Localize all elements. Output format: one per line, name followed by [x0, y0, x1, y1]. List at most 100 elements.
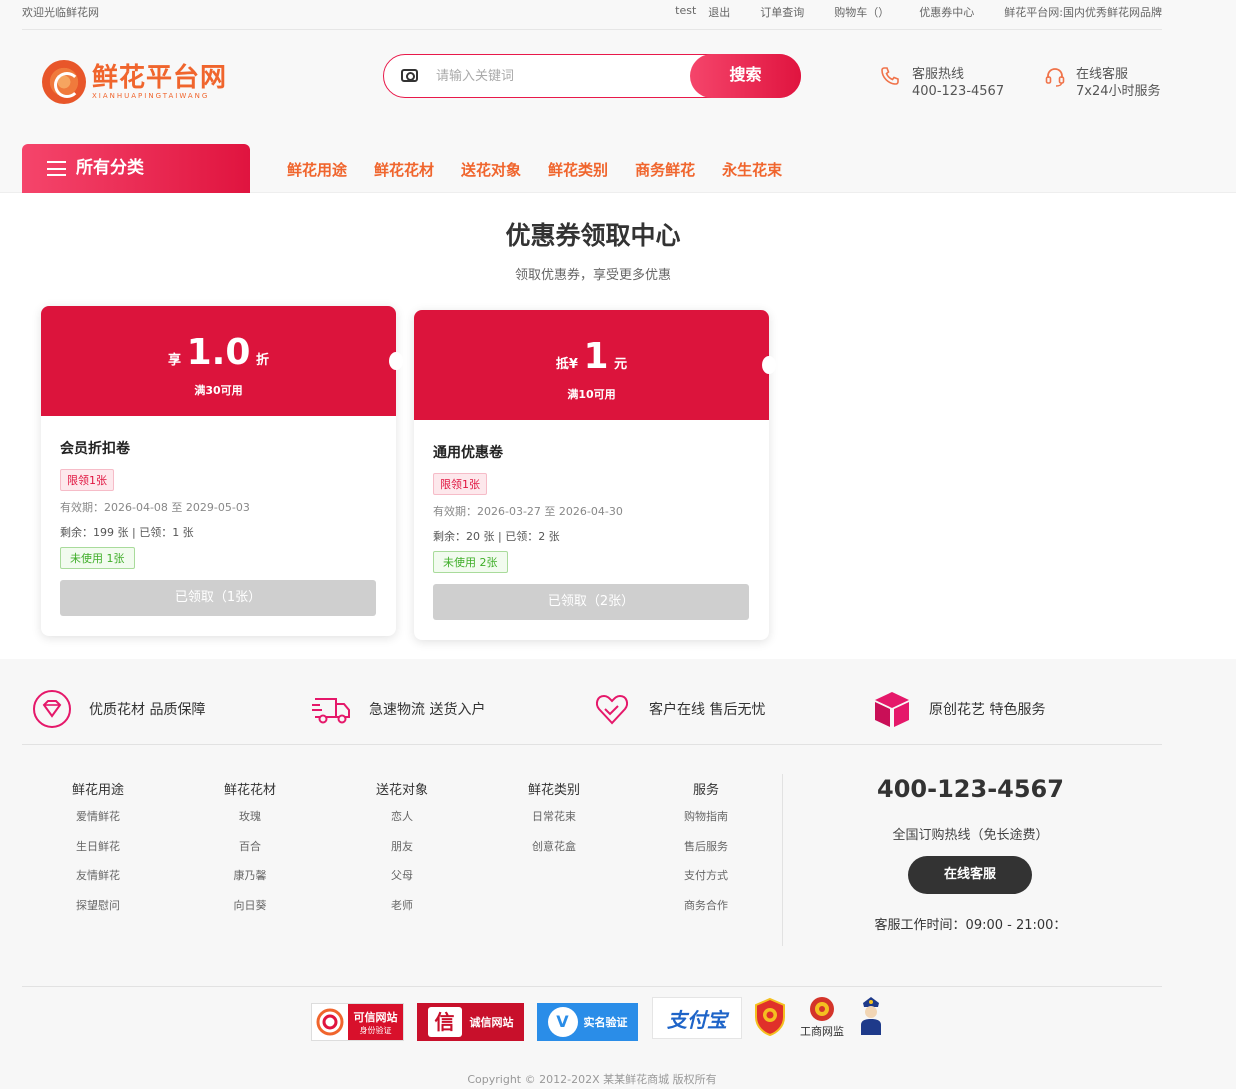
coupon-card: 享 1.0 折 满30可用 会员折扣卷 限领1张 有效期：2026-04-08 … — [41, 306, 403, 636]
footer-link[interactable]: 商务合作 — [656, 897, 756, 927]
nav-link[interactable]: 商务鲜花 — [635, 159, 695, 180]
coupon-notch — [389, 352, 403, 370]
nav-link[interactable]: 鲜花类别 — [548, 159, 608, 180]
heart-hands-icon — [595, 694, 629, 725]
coupon-header: 抵¥ 1 元 满10可用 — [414, 310, 769, 420]
coupon-suffix: 元 — [614, 357, 628, 372]
coupon-stock: 剩余：199 张 | 已领：1 张 — [60, 526, 194, 539]
coupon-condition: 满10可用 — [567, 388, 616, 401]
main-nav: 所有分类 鲜花用途 鲜花花材 送花对象 鲜花类别 商务鲜花 永生花束 — [0, 144, 1236, 193]
footer-link[interactable]: 售后服务 — [656, 838, 756, 868]
coupon-notch — [762, 356, 776, 374]
online-service-block[interactable]: 在线客服 7x24小时服务 — [1044, 66, 1161, 100]
footer-column: 服务 购物指南 售后服务 支付方式 商务合作 — [656, 779, 756, 926]
footer-link[interactable]: 生日鲜花 — [48, 838, 148, 868]
footer-column-title: 服务 — [692, 783, 719, 798]
copyright: Copyright © 2012-202X 某某鲜花商城 版权所有 — [467, 1073, 717, 1086]
nav-link[interactable]: 送花对象 — [461, 159, 521, 180]
coupon-name: 通用优惠卷 — [433, 445, 503, 461]
slogan-link[interactable]: 鲜花平台网:国内优秀鲜花网品牌 — [1004, 4, 1162, 20]
logout-link[interactable]: 退出 — [708, 4, 730, 20]
page-subtitle: 领取优惠券，享受更多优惠 — [514, 268, 671, 283]
footer-link[interactable]: 朋友 — [352, 838, 452, 868]
top-bar: 欢迎光临鲜花网 test 退出 订单查询 购物车（） 优惠券中心 鲜花平台网:国… — [0, 0, 1236, 30]
footer-column: 鲜花用途 爱情鲜花 生日鲜花 友情鲜花 探望慰问 — [48, 779, 148, 926]
trusted-site-label: 可信网站 — [353, 1010, 398, 1024]
police-badge[interactable] — [754, 997, 786, 1037]
footer-link[interactable]: 康乃馨 — [200, 867, 300, 897]
footer-link[interactable]: 玫瑰 — [200, 808, 300, 838]
online-service-button[interactable]: 在线客服 — [908, 856, 1032, 894]
status-badge: 未使用 2张 — [433, 551, 508, 573]
realname-badge[interactable]: V 实名验证 — [537, 1003, 638, 1041]
online-service-label: 在线客服 — [1076, 67, 1129, 82]
search-bar: 搜索 — [383, 54, 801, 98]
trusted-site-badge[interactable]: 可信网站 身份验证 — [311, 1003, 404, 1041]
limit-badge: 限领1张 — [60, 469, 114, 491]
alipay-badge[interactable]: 支付宝 — [652, 997, 742, 1039]
nav-link[interactable]: 永生花束 — [722, 159, 782, 180]
footer-column: 鲜花花材 玫瑰 百合 康乃馨 向日葵 — [200, 779, 300, 926]
hotline-block: 客服热线 400-123-4567 — [880, 66, 1004, 100]
cart-link[interactable]: 购物车（） — [834, 4, 889, 20]
coupon-name: 会员折扣卷 — [60, 441, 130, 457]
service-hours: 客服工作时间：09:00 - 21:00： — [874, 918, 1067, 933]
footer-phone: 400-123-4567 — [877, 775, 1064, 803]
footer-link[interactable]: 老师 — [352, 897, 452, 927]
search-button[interactable]: 搜索 — [690, 54, 801, 98]
coupon-suffix: 折 — [255, 353, 269, 368]
feature-text: 急速物流 送货入户 — [369, 702, 486, 718]
footer-link[interactable]: 百合 — [200, 838, 300, 868]
claimed-button[interactable]: 已领取（1张） — [60, 580, 376, 616]
nav-link[interactable]: 鲜花用途 — [287, 159, 347, 180]
feature-item: 优质花材 品质保障 — [32, 689, 205, 729]
footer-link[interactable]: 探望慰问 — [48, 897, 148, 927]
coupon-stock: 剩余：20 张 | 已领：2 张 — [433, 530, 560, 543]
coupon-amount: 1.0 — [186, 332, 251, 373]
feature-text: 原创花艺 特色服务 — [929, 702, 1046, 718]
coupon-card: 抵¥ 1 元 满10可用 通用优惠卷 限领1张 有效期：2026-03-27 至… — [414, 310, 776, 640]
site-logo[interactable]: 鲜花平台网 XIANHUAPINGTAIWANG — [42, 60, 227, 104]
footer-link[interactable]: 父母 — [352, 867, 452, 897]
welcome-text: 欢迎光临鲜花网 — [22, 6, 99, 19]
divider — [22, 986, 1162, 987]
all-categories-label: 所有分类 — [76, 158, 144, 178]
menu-icon — [47, 161, 66, 176]
search-input[interactable] — [436, 65, 676, 87]
footer-link[interactable]: 友情鲜花 — [48, 867, 148, 897]
logo-text: 鲜花平台网 — [92, 63, 228, 93]
coupon-amount: 1 — [583, 336, 609, 377]
footer-link[interactable]: 支付方式 — [656, 867, 756, 897]
coupon-validity: 有效期：2026-04-08 至 2029-05-03 — [60, 501, 250, 514]
truck-icon — [312, 698, 350, 724]
icbc-monitor-label: 工商网监 — [800, 1025, 844, 1038]
footer-link[interactable]: 向日葵 — [200, 897, 300, 927]
footer-column-title: 鲜花用途 — [71, 783, 124, 798]
footer-link[interactable]: 恋人 — [352, 808, 452, 838]
footer-link[interactable]: 日常花束 — [504, 808, 604, 838]
footer: 优质花材 品质保障 急速物流 送货入户 客户在线 售后无忧 原创花艺 特色服务 … — [0, 659, 1236, 1089]
integrity-site-label: 诚信网站 — [469, 1016, 514, 1029]
coupon-prefix: 抵¥ — [555, 357, 578, 372]
network-police-badge[interactable] — [858, 995, 884, 1039]
all-categories-button[interactable]: 所有分类 — [22, 144, 250, 193]
online-service-hours: 7x24小时服务 — [1076, 84, 1161, 99]
username-link[interactable]: test — [675, 4, 696, 20]
footer-column-title: 送花对象 — [375, 783, 428, 798]
footer-link[interactable]: 创意花盒 — [504, 838, 604, 868]
coupon-center-link[interactable]: 优惠券中心 — [919, 4, 974, 20]
camera-icon[interactable] — [401, 69, 418, 82]
claimed-button[interactable]: 已领取（2张） — [433, 584, 749, 620]
footer-column-title: 鲜花类别 — [527, 783, 580, 798]
nav-link[interactable]: 鲜花花材 — [374, 159, 434, 180]
footer-link[interactable]: 购物指南 — [656, 808, 756, 838]
xin-icon: 信 — [427, 1007, 462, 1037]
integrity-site-badge[interactable]: 信 诚信网站 — [417, 1003, 524, 1041]
footer-link[interactable]: 爱情鲜花 — [48, 808, 148, 838]
feature-text: 优质花材 品质保障 — [89, 702, 206, 718]
limit-badge: 限领1张 — [433, 473, 487, 495]
orders-link[interactable]: 订单查询 — [760, 4, 804, 20]
footer-column-title: 鲜花花材 — [223, 783, 276, 798]
icbc-monitor-badge[interactable]: 工商网监 — [797, 995, 847, 1039]
nav-links: 鲜花用途 鲜花花材 送花对象 鲜花类别 商务鲜花 永生花束 — [287, 159, 809, 180]
